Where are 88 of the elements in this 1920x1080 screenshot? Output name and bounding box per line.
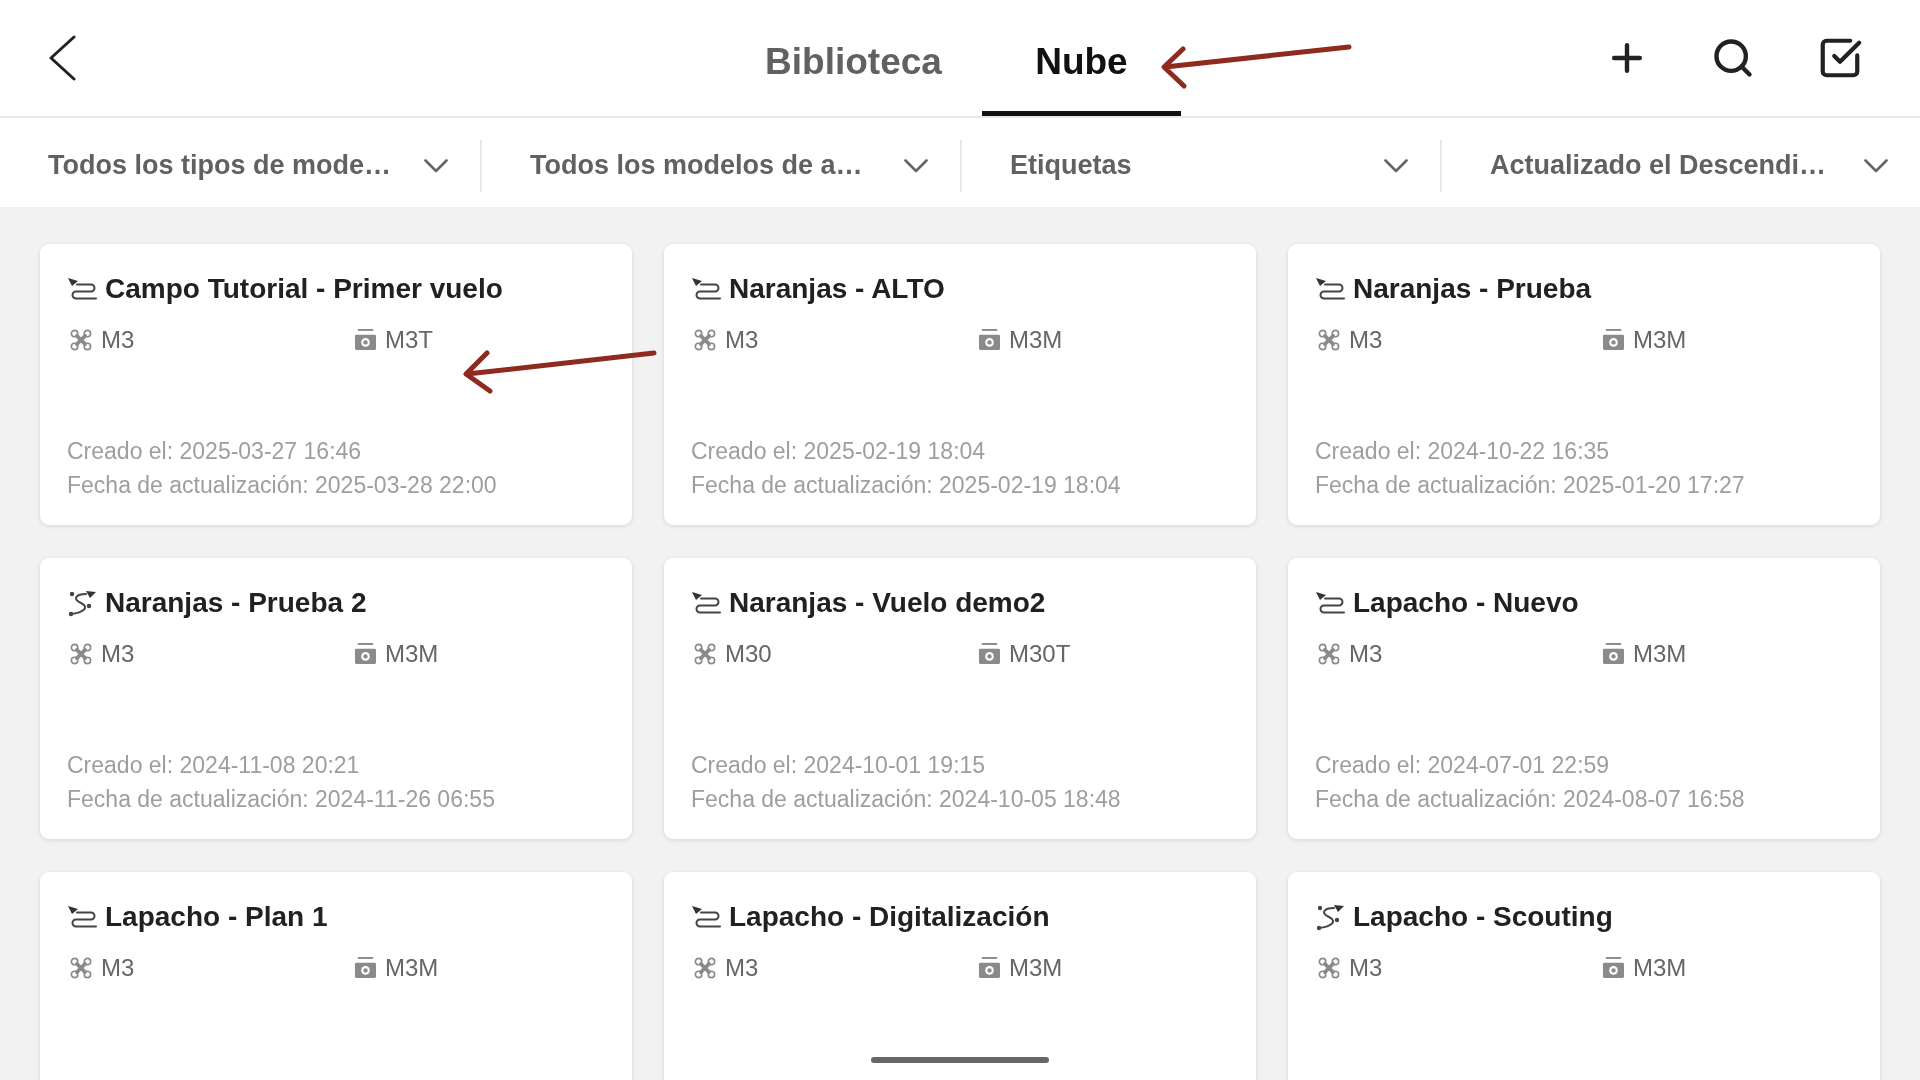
filter-dropdown[interactable]: Todos los tipos de mode…	[0, 139, 480, 192]
updated-date: Fecha de actualización: 2024-11-26 06:55	[67, 785, 496, 814]
drone-icon	[1318, 643, 1340, 665]
created-date: Creado el: 2024-07-01 22:59	[1315, 751, 1611, 780]
mission-title: Naranjas - Vuelo demo2	[729, 586, 1046, 620]
mission-card[interactable]: Lapacho - Nuevo M3 M3M Creado el: 2024-07-01 22:59 Fecha de actualización: 2024-08-07 16:58	[1288, 558, 1880, 839]
chevron-left-icon	[48, 35, 76, 81]
aircraft-model: M3	[101, 953, 135, 983]
aircraft-model: M30	[725, 639, 772, 669]
drone-icon	[694, 957, 716, 979]
filter-dropdown[interactable]: Etiquetas	[960, 139, 1440, 192]
drone-icon	[70, 643, 92, 665]
mission-title: Naranjas - Prueba	[1353, 272, 1592, 306]
camera-model: M3M	[1009, 325, 1063, 355]
camera-icon	[1602, 643, 1625, 665]
camera-model: M3M	[1633, 325, 1687, 355]
mission-card[interactable]: Naranjas - Prueba 2 M3 M3M Creado el: 2024-11-08 20:21 Fecha de actualización: 2024-11-26 06:55	[40, 558, 632, 839]
created-date: Creado el: 2024-10-22 16:35	[1315, 437, 1611, 466]
camera-icon	[1602, 329, 1625, 351]
drone-icon	[1318, 329, 1340, 351]
search-icon	[1711, 36, 1755, 80]
aircraft-model: M3	[725, 953, 759, 983]
camera-model: M3T	[385, 325, 433, 355]
drone-icon	[694, 643, 716, 665]
back-button[interactable]	[48, 35, 76, 81]
mission-title: Lapacho - Digitalización	[729, 900, 1050, 934]
mission-card[interactable]: Naranjas - Vuelo demo2 M30 M30T Creado el: 2024-10-01 19:15 Fecha de actualización: 2024-10-05 18:48	[664, 558, 1256, 839]
camera-icon	[354, 329, 377, 351]
mission-card[interactable]: Lapacho - Digitalización M3 M3M	[664, 872, 1256, 1080]
mission-title: Lapacho - Scouting	[1353, 900, 1613, 934]
mission-card[interactable]: Campo Tutorial - Primer vuelo M3 M3T Creado el: 2025-03-27 16:46 Fecha de actualización: 2025-03-28 22:00	[40, 244, 632, 525]
aircraft-model: M3	[1349, 325, 1383, 355]
mission-title: Lapacho - Nuevo	[1353, 586, 1579, 620]
mission-title: Campo Tutorial - Primer vuelo	[105, 272, 503, 306]
camera-model: M30T	[1009, 639, 1071, 669]
chevron-down-icon	[424, 158, 448, 173]
updated-date: Fecha de actualización: 2024-10-05 18:48	[691, 785, 1122, 814]
drone-icon	[694, 329, 716, 351]
camera-icon	[978, 643, 1001, 665]
route-icon	[1315, 591, 1345, 615]
curved-path-icon	[1315, 903, 1345, 931]
mission-title: Lapacho - Plan 1	[105, 900, 328, 934]
mission-card[interactable]: Naranjas - ALTO M3 M3M Creado el: 2025-02-19 18:04 Fecha de actualización: 2025-02-19 18:04	[664, 244, 1256, 525]
aircraft-model: M3	[1349, 639, 1383, 669]
route-icon	[67, 277, 97, 301]
mission-card[interactable]: Lapacho - Plan 1 M3 M3M	[40, 872, 632, 1080]
camera-model: M3M	[1633, 953, 1687, 983]
aircraft-model: M3	[725, 325, 759, 355]
chevron-down-icon	[1384, 158, 1408, 173]
updated-date: Fecha de actualización: 2024-08-07 16:58	[1315, 785, 1746, 814]
route-icon	[1315, 277, 1345, 301]
mission-title: Naranjas - Prueba 2	[105, 586, 367, 620]
updated-date: Fecha de actualización: 2025-03-28 22:00	[67, 471, 498, 500]
chevron-down-icon	[1864, 158, 1888, 173]
route-icon	[691, 277, 721, 301]
camera-icon	[978, 957, 1001, 979]
tab[interactable]: Biblioteca	[725, 0, 982, 116]
created-date: Creado el: 2025-03-27 16:46	[67, 437, 363, 466]
chevron-down-icon	[904, 158, 928, 173]
created-date: Creado el: 2024-10-01 19:15	[691, 751, 987, 780]
route-icon	[691, 905, 721, 929]
aircraft-model: M3	[101, 325, 135, 355]
filter-dropdown[interactable]: Todos los modelos de a…	[480, 139, 960, 192]
aircraft-model: M3	[1349, 953, 1383, 983]
aircraft-model: M3	[101, 639, 135, 669]
mission-title: Naranjas - ALTO	[729, 272, 945, 306]
camera-icon	[354, 643, 377, 665]
route-icon	[67, 905, 97, 929]
mission-card[interactable]: Lapacho - Scouting M3 M3M	[1288, 872, 1880, 1080]
camera-model: M3M	[385, 639, 439, 669]
filter-dropdown[interactable]: Actualizado el Descendi…	[1440, 139, 1920, 192]
camera-model: M3M	[385, 953, 439, 983]
drone-icon	[70, 957, 92, 979]
mission-card[interactable]: Naranjas - Prueba M3 M3M Creado el: 2024-10-22 16:35 Fecha de actualización: 2025-01-20 17:27	[1288, 244, 1880, 525]
camera-icon	[354, 957, 377, 979]
route-icon	[691, 591, 721, 615]
created-date: Creado el: 2024-11-08 20:21	[67, 751, 361, 780]
camera-model: M3M	[1633, 639, 1687, 669]
camera-icon	[1602, 957, 1625, 979]
drone-icon	[70, 329, 92, 351]
camera-model: M3M	[1009, 953, 1063, 983]
curved-path-icon	[67, 589, 97, 617]
created-date: Creado el: 2025-02-19 18:04	[691, 437, 987, 466]
camera-icon	[978, 329, 1001, 351]
drone-icon	[1318, 957, 1340, 979]
search-button[interactable]	[1711, 36, 1755, 80]
updated-date: Fecha de actualización: 2025-02-19 18:04	[691, 471, 1122, 500]
updated-date: Fecha de actualización: 2025-01-20 17:27	[1315, 471, 1746, 500]
